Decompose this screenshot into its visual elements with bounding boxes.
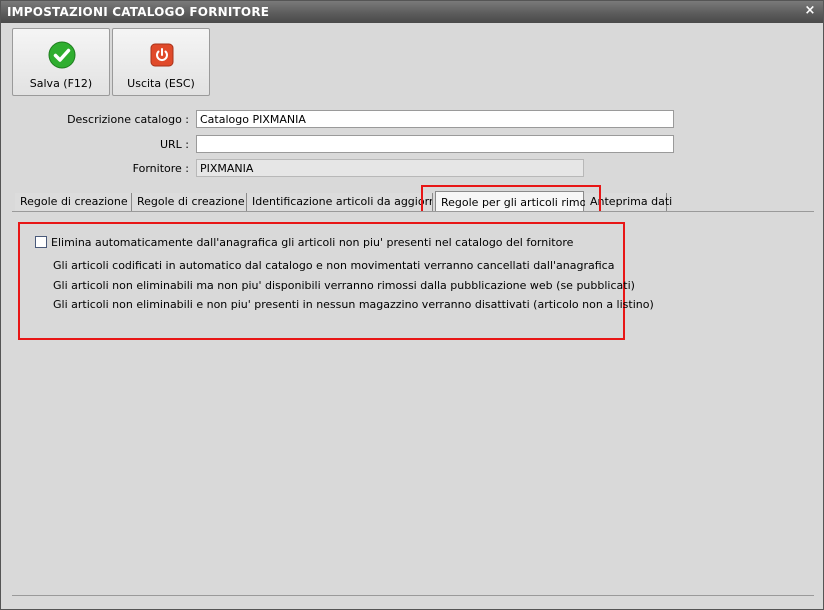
save-button[interactable]: Salva (F12) bbox=[12, 28, 110, 96]
tab-regole-creazione-2[interactable]: Regole di creazione 2 bbox=[132, 193, 255, 212]
exit-button[interactable]: Uscita (ESC) bbox=[112, 28, 210, 96]
description-label: Descrizione catalogo : bbox=[67, 113, 189, 126]
supplier-label: Fornitore : bbox=[132, 162, 189, 175]
title-bar[interactable]: IMPOSTAZIONI CATALOGO FORNITORE × bbox=[1, 1, 823, 23]
tab-anteprima-dati[interactable]: Anteprima dati bbox=[585, 193, 672, 212]
exit-button-label: Uscita (ESC) bbox=[127, 77, 195, 90]
tab-regole-creazione-1[interactable]: Regole di creazione 1 bbox=[15, 193, 138, 212]
delete-removed-checkbox[interactable] bbox=[35, 236, 47, 248]
tab-regole-articoli-rimossi[interactable]: Regole per gli articoli rimossi bbox=[435, 191, 601, 212]
supplier-field bbox=[196, 159, 584, 177]
delete-removed-checkbox-label: Elimina automaticamente dall'anagrafica … bbox=[51, 236, 574, 249]
url-label: URL : bbox=[159, 138, 189, 151]
url-field[interactable] bbox=[196, 135, 674, 153]
check-icon bbox=[48, 41, 76, 69]
description-field[interactable] bbox=[196, 110, 674, 128]
window-title: IMPOSTAZIONI CATALOGO FORNITORE bbox=[7, 5, 270, 19]
note-disattivati: Gli articoli non eliminabili e non piu' … bbox=[53, 298, 654, 311]
tab-identificazione-articoli[interactable]: Identificazione articoli da aggiornare bbox=[247, 193, 433, 212]
note-cancellati: Gli articoli codificati in automatico da… bbox=[53, 259, 615, 272]
close-button[interactable]: × bbox=[803, 4, 817, 18]
save-button-label: Salva (F12) bbox=[29, 77, 93, 90]
note-rimossi-web: Gli articoli non eliminabili ma non piu'… bbox=[53, 279, 635, 292]
power-icon bbox=[148, 41, 176, 69]
dialog-window: IMPOSTAZIONI CATALOGO FORNITORE × Salva … bbox=[0, 0, 824, 610]
